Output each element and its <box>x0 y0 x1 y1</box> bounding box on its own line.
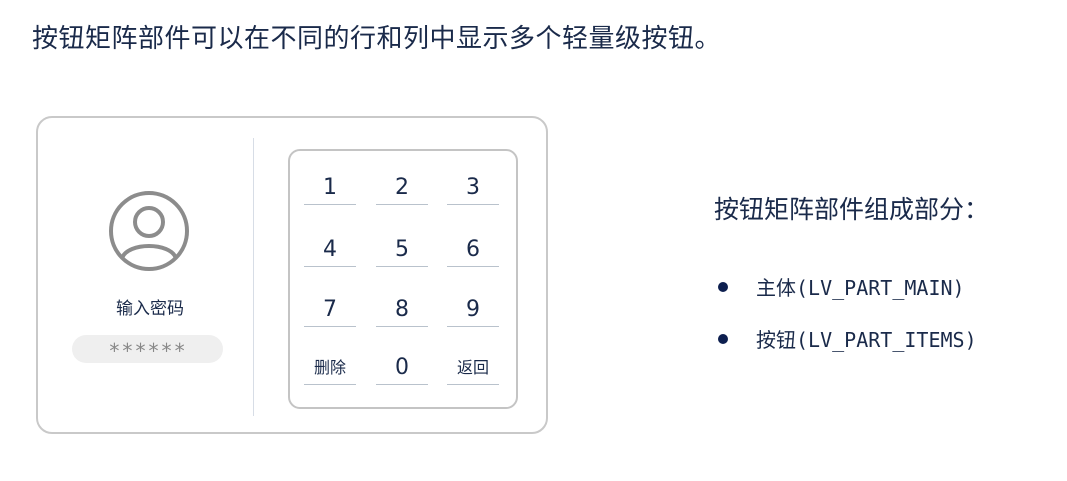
list-item-text: 主体(LV_PART_MAIN) <box>756 276 965 300</box>
bullet-dot-icon <box>718 281 728 292</box>
key-2[interactable]: 2 <box>376 171 428 205</box>
key-5[interactable]: 5 <box>376 233 428 267</box>
key-1[interactable]: 1 <box>304 171 356 205</box>
key-7[interactable]: 7 <box>304 293 356 327</box>
vertical-divider <box>253 138 254 416</box>
user-circle-icon <box>109 191 189 271</box>
components-title: 按钮矩阵部件组成部分： <box>714 195 990 224</box>
keypad-demo-card: 输入密码 ****** 1 2 3 4 5 6 7 8 9 删除 0 返回 <box>36 116 548 434</box>
key-8[interactable]: 8 <box>376 293 428 327</box>
bullet-dot-icon <box>718 333 728 344</box>
page-headline: 按钮矩阵部件可以在不同的行和列中显示多个轻量级按钮。 <box>32 24 722 54</box>
key-0[interactable]: 0 <box>376 351 428 385</box>
key-3[interactable]: 3 <box>447 171 499 205</box>
delete-button[interactable]: 删除 <box>304 351 356 385</box>
list-item: 按钮(LV_PART_ITEMS) <box>718 324 977 353</box>
key-9[interactable]: 9 <box>447 293 499 327</box>
list-item: 主体(LV_PART_MAIN) <box>718 272 965 301</box>
password-input[interactable]: ****** <box>72 335 223 363</box>
key-4[interactable]: 4 <box>304 233 356 267</box>
back-button[interactable]: 返回 <box>447 351 499 385</box>
key-6[interactable]: 6 <box>447 233 499 267</box>
button-matrix: 1 2 3 4 5 6 7 8 9 删除 0 返回 <box>288 149 518 409</box>
password-label: 输入密码 <box>116 299 184 319</box>
list-item-text: 按钮(LV_PART_ITEMS) <box>756 328 977 352</box>
